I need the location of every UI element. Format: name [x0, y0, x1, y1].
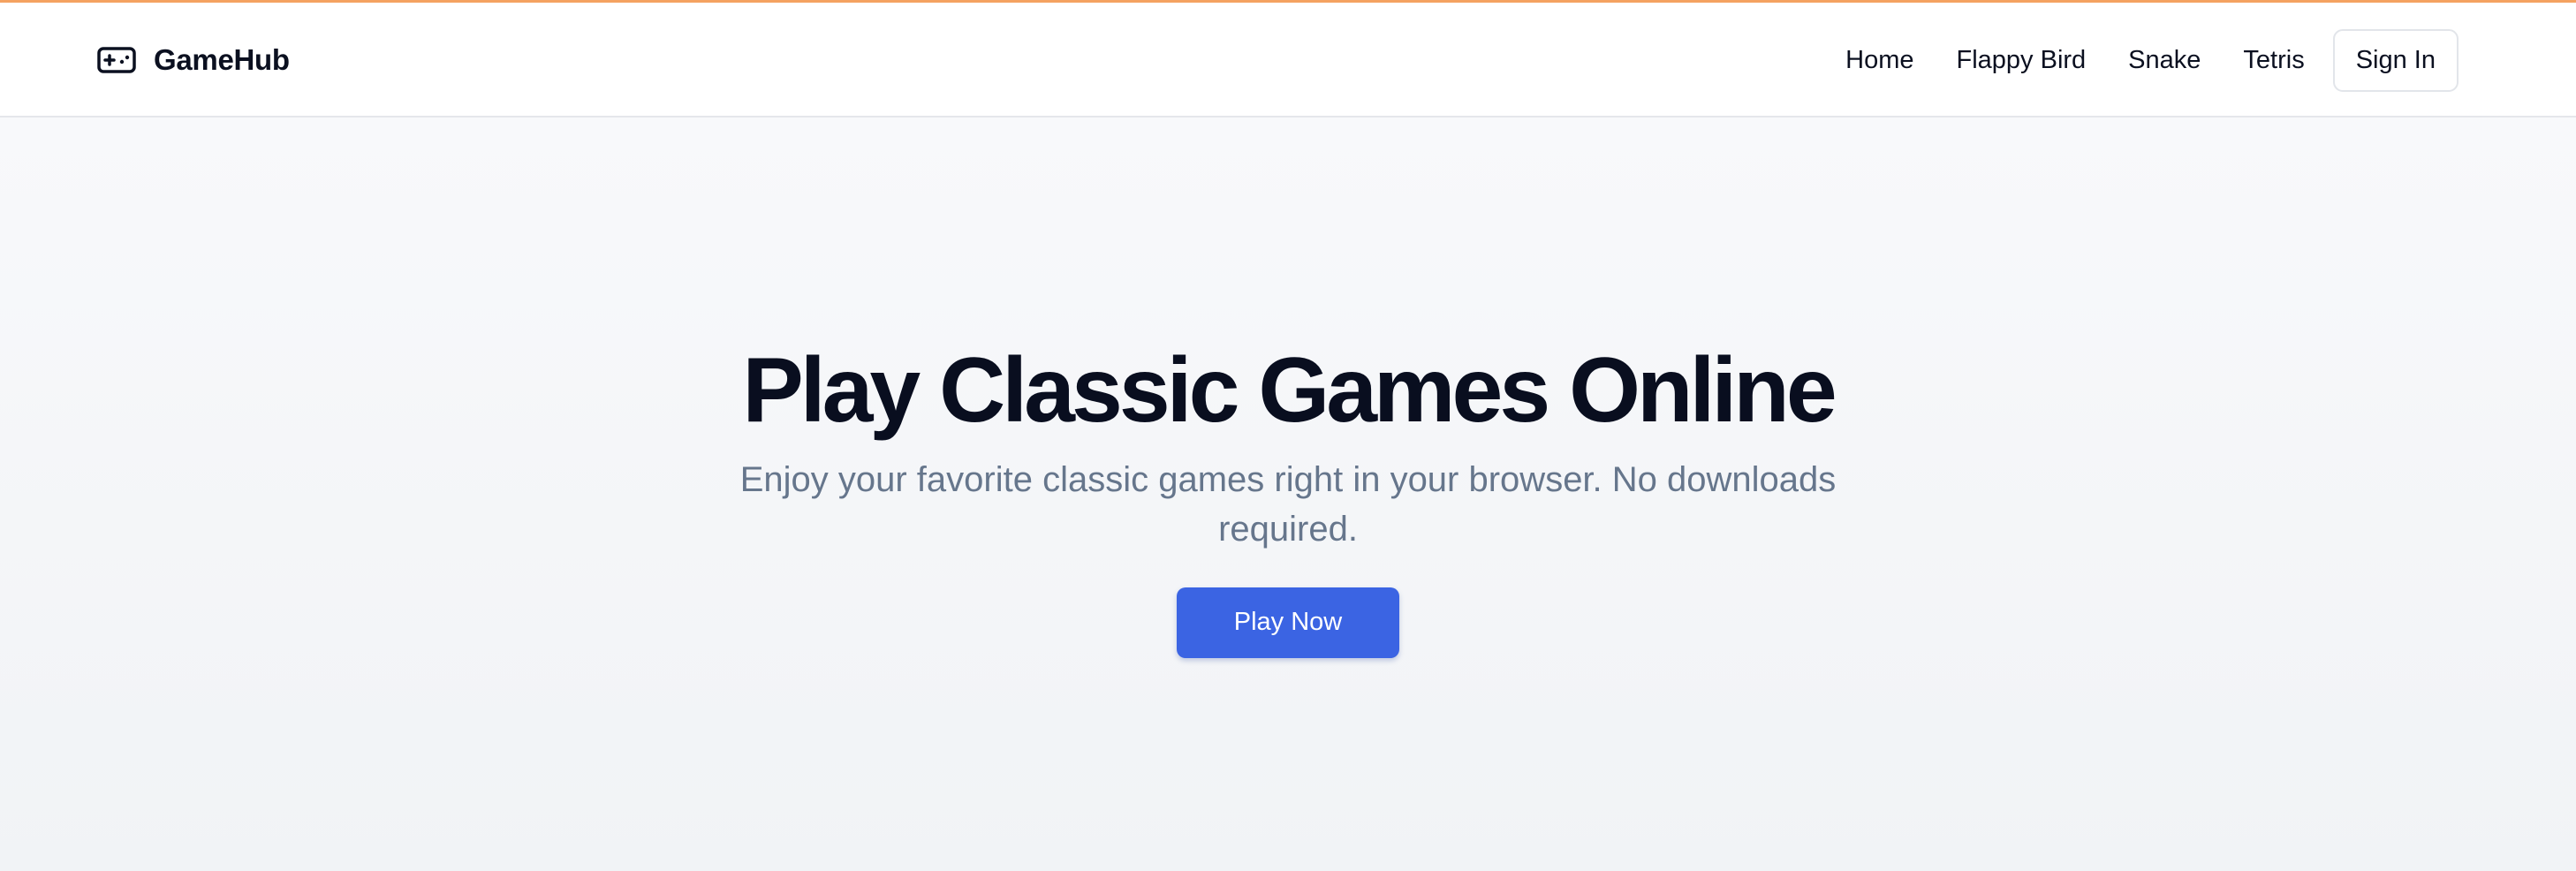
sign-in-button[interactable]: Sign In — [2332, 28, 2459, 92]
brand-name: GameHub — [154, 43, 290, 76]
hero-section: Play Classic Games Online Enjoy your fav… — [0, 117, 2576, 871]
gamepad-icon — [97, 47, 136, 73]
nav-link-flappy-bird[interactable]: Flappy Bird — [1936, 34, 2108, 87]
hero-title: Play Classic Games Online — [742, 339, 1837, 442]
nav-link-tetris[interactable]: Tetris — [2222, 34, 2325, 87]
main-nav: Home Flappy Bird Snake Tetris Sign In — [1824, 3, 2459, 117]
nav-link-snake[interactable]: Snake — [2107, 34, 2222, 87]
hero-subtitle: Enjoy your favorite classic games right … — [739, 459, 1837, 549]
nav-link-home[interactable]: Home — [1824, 34, 1935, 87]
hero-content: Play Classic Games Online Enjoy your fav… — [0, 338, 2576, 658]
site-header: GameHub Home Flappy Bird Snake Tetris Si… — [0, 3, 2576, 117]
play-now-button[interactable]: Play Now — [1177, 587, 1399, 658]
brand-logo-link[interactable]: GameHub — [97, 3, 290, 117]
